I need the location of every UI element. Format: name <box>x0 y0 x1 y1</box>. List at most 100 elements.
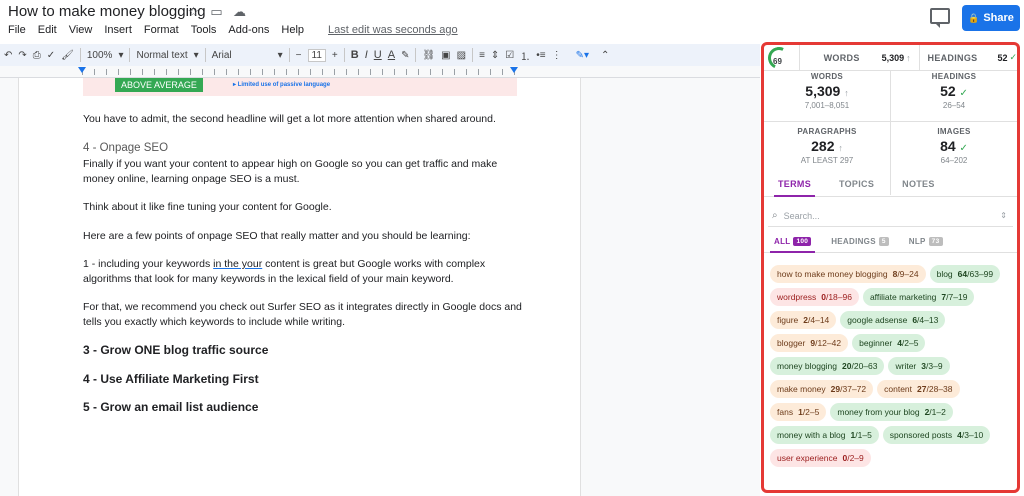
star-icon[interactable]: ☆ <box>186 4 201 20</box>
count-badge: 73 <box>928 237 943 246</box>
increase-font-icon[interactable]: + <box>332 50 338 61</box>
term-name: content <box>884 384 913 394</box>
paragraph: Here are a few points of onpage SEO that… <box>83 229 471 242</box>
document-scrollbar[interactable] <box>742 78 752 496</box>
term-name: writer <box>895 361 917 371</box>
insert-image-icon[interactable]: ▨ <box>457 50 466 61</box>
bullet-list-icon[interactable]: •≡ <box>536 50 545 61</box>
stat-headings: HEADINGS 52 ✓ 26–54 <box>931 72 977 110</box>
menu-file[interactable]: File <box>8 24 26 36</box>
menu-help[interactable]: Help <box>281 24 304 36</box>
term-chip[interactable]: money blogging 20/20–63 <box>770 357 885 375</box>
document-title[interactable]: How to make money blogging <box>8 3 206 20</box>
comment-history-icon[interactable] <box>930 8 950 28</box>
readability-tag: ABOVE AVERAGE <box>115 78 203 92</box>
numbered-list-icon[interactable]: ⒈ <box>520 48 530 63</box>
stat-paragraphs: PARAGRAPHS 282 ↑ AT LEAST 297 <box>797 127 857 165</box>
term-count: 6/4–13 <box>912 315 939 325</box>
tab-topics[interactable]: TOPICS <box>825 173 888 196</box>
highlight-icon[interactable]: ✎ <box>401 50 409 61</box>
align-icon[interactable]: ≡ <box>479 50 485 61</box>
title-icons: ☆ ▭ ☁ <box>186 4 247 20</box>
italic-button[interactable]: I <box>365 49 368 61</box>
term-chip[interactable]: affiliate marketing 7/7–19 <box>862 288 975 306</box>
term-chip[interactable]: how to make money blogging 8/9–24 <box>770 265 926 283</box>
hide-menus-icon[interactable]: ⌃ <box>601 50 609 61</box>
line-spacing-icon[interactable]: ⇕ <box>491 50 499 61</box>
filter-nlp[interactable]: NLP 73 <box>899 231 953 252</box>
decrease-font-icon[interactable]: − <box>296 50 302 61</box>
term-chip[interactable]: make money 29/37–72 <box>770 380 874 398</box>
redo-icon[interactable]: ↷ <box>18 50 26 61</box>
editing-mode-icon[interactable]: ✎▾ <box>576 50 589 61</box>
sort-icon[interactable]: ⇕ <box>1000 211 1007 220</box>
term-chip[interactable]: fans 1/2–5 <box>770 403 827 421</box>
spellcheck-icon[interactable]: ✓ <box>47 50 55 61</box>
share-button[interactable]: 🔒 Share <box>962 5 1020 31</box>
last-edit-link[interactable]: Last edit was seconds ago <box>328 24 458 36</box>
term-name: affiliate marketing <box>869 292 937 302</box>
document-body[interactable]: You have to admit, the second headline w… <box>83 112 523 429</box>
paragraph: 1 - including your keywords in the your … <box>83 258 486 285</box>
menu-addons[interactable]: Add-ons <box>228 24 269 36</box>
term-chip[interactable]: content 27/28–38 <box>877 380 960 398</box>
menu-insert[interactable]: Insert <box>104 24 132 36</box>
undo-icon[interactable]: ↶ <box>4 50 12 61</box>
tab-notes[interactable]: NOTES <box>888 173 949 196</box>
left-indent-marker[interactable] <box>78 67 86 73</box>
toolbar-divider <box>343 48 345 62</box>
menu-tools[interactable]: Tools <box>191 24 217 36</box>
terms-search[interactable]: ⌕ Search... ⇕ <box>768 205 1013 227</box>
term-chip[interactable]: sponsored posts 4/3–10 <box>882 426 991 444</box>
checklist-icon[interactable]: ☑ <box>505 50 514 61</box>
term-name: beginner <box>859 338 893 348</box>
search-input[interactable]: Search... <box>784 211 820 221</box>
font-select[interactable]: Arial <box>212 50 272 61</box>
arrow-up-icon: ↑ <box>906 52 911 63</box>
more-icon[interactable]: ⋮ <box>552 50 562 61</box>
text-color-button[interactable]: A <box>388 49 395 61</box>
zoom-select[interactable]: 100% <box>87 50 113 61</box>
term-chip[interactable]: money from your blog 2/1–2 <box>830 403 953 421</box>
arrow-up-icon: ↑ <box>844 88 849 98</box>
menu-view[interactable]: View <box>69 24 93 36</box>
right-indent-marker[interactable] <box>510 67 518 73</box>
bold-button[interactable]: B <box>351 49 359 61</box>
document-page[interactable]: ABOVE AVERAGE ▸ Limited use of passive l… <box>18 78 581 496</box>
term-chip[interactable]: writer 3/3–9 <box>888 357 950 375</box>
link-icon[interactable]: ⛓ <box>422 50 435 61</box>
toolbar-divider <box>204 48 206 62</box>
term-count: 20/20–63 <box>842 361 878 371</box>
underline-button[interactable]: U <box>374 49 382 61</box>
chevron-down-icon: ▾ <box>118 49 124 61</box>
filter-headings[interactable]: HEADINGS 5 <box>821 231 899 252</box>
term-chip[interactable]: google adsense 6/4–13 <box>840 311 946 329</box>
term-name: wordpress <box>777 292 817 302</box>
cloud-icon[interactable]: ☁ <box>232 4 247 20</box>
filter-all[interactable]: ALL 100 <box>764 231 821 253</box>
term-chip[interactable]: blogger 9/12–42 <box>770 334 849 352</box>
term-chip[interactable]: wordpress 0/18–96 <box>770 288 859 306</box>
grammar-suggestion[interactable]: in the your <box>213 258 262 270</box>
menu-format[interactable]: Format <box>144 24 179 36</box>
term-name: money from your blog <box>837 407 920 417</box>
paragraph: For that, we recommend you check out Sur… <box>83 301 522 328</box>
toolbar-divider <box>472 48 474 62</box>
term-chip[interactable]: beginner 4/2–5 <box>852 334 926 352</box>
term-count: 8/9–24 <box>892 269 919 279</box>
check-icon: ✓ <box>959 143 968 154</box>
term-count: 29/37–72 <box>830 384 867 394</box>
term-chip[interactable]: figure 2/4–14 <box>770 311 837 329</box>
term-chip[interactable]: blog 64/63–99 <box>929 265 1001 283</box>
paint-format-icon[interactable]: 🖌 <box>61 50 74 61</box>
print-icon[interactable]: ⎙ <box>33 50 41 61</box>
move-folder-icon[interactable]: ▭ <box>209 4 224 20</box>
term-chip[interactable]: user experience 0/2–9 <box>770 449 871 467</box>
menu-edit[interactable]: Edit <box>38 24 57 36</box>
font-size-input[interactable]: 11 <box>307 48 326 62</box>
toolbar-divider <box>79 48 81 62</box>
style-select[interactable]: Normal text <box>136 50 187 61</box>
term-chip[interactable]: money with a blog 1/1–5 <box>770 426 879 444</box>
tab-terms[interactable]: TERMS <box>764 173 825 197</box>
add-comment-icon[interactable]: ▣ <box>441 50 450 61</box>
